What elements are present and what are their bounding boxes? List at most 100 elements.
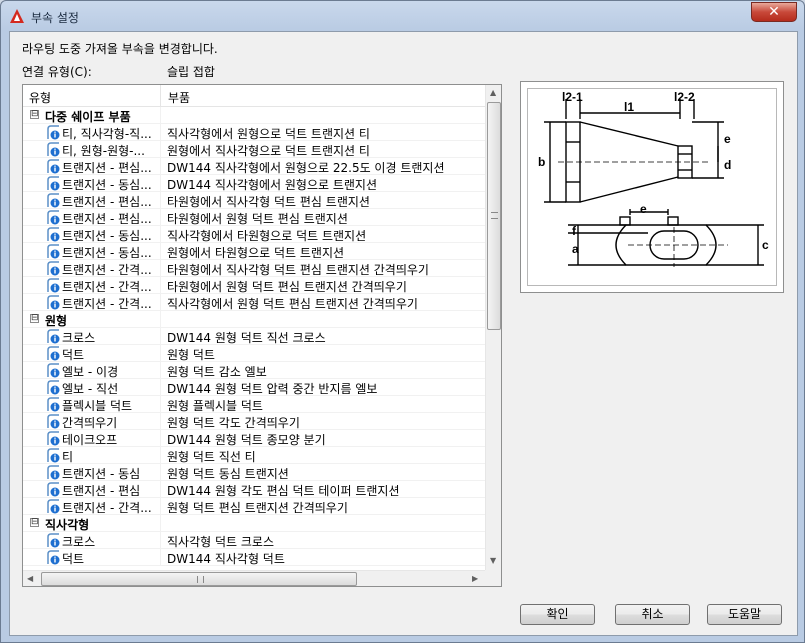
scroll-left-arrow[interactable]: ◀ [27,574,33,583]
list-item[interactable]: 덕트 DW144 직사각형 덕트 [23,549,485,566]
list-item[interactable]: 트랜지션 - 간격... 원형 덕트 편심 트랜지션 간격띄우기 [23,498,485,515]
horizontal-scrollbar[interactable]: ◀ ▶ [23,570,485,586]
item-part: DW144 원형 덕트 직선 크로스 [167,331,326,345]
column-divider [160,481,161,498]
column-divider [160,515,161,532]
item-part: 원형 덕트 동심 트랜지션 [167,467,289,481]
header-divider[interactable] [160,85,161,107]
dialog-client-area: 라우팅 도중 가져올 부속을 변경합니다. 연결 유형(C): 슬립 접합 유형… [9,31,798,636]
part-info-icon [46,278,61,293]
item-part: 직사각형에서 원형 덕트 편심 트랜지션 간격띄우기 [167,297,418,311]
ok-button[interactable]: 확인 [520,604,595,625]
dimension-c-label: c [762,238,769,252]
column-divider [160,396,161,413]
list-item[interactable]: 트랜지션 - 편심... 타원형에서 원형 덕트 편심 트랜지션 [23,209,485,226]
column-divider [160,243,161,260]
collapse-icon[interactable]: ⊟ [30,110,39,119]
item-type: 엘보 - 직선 [62,382,119,396]
scroll-down-arrow[interactable]: ▼ [490,556,496,565]
part-info-icon [46,363,61,378]
list-item[interactable]: 트랜지션 - 동심... 원형에서 타원형으로 덕트 트랜지션 [23,243,485,260]
collapse-icon[interactable]: ⊟ [30,518,39,527]
part-info-icon [46,414,61,429]
vertical-scroll-thumb[interactable] [487,102,501,330]
dimension-f-label: f [572,224,577,238]
item-type: 트랜지션 - 편심... [62,161,152,175]
item-part: DW144 직사각형에서 원형으로 22.5도 이경 트랜지션 [167,161,445,175]
scroll-right-arrow[interactable]: ▶ [472,574,478,583]
column-divider [160,430,161,447]
column-divider [160,311,161,328]
group-row[interactable]: ⊟ 다중 쉐이프 부품 [23,107,485,124]
list-item[interactable]: 트랜지션 - 동심... DW144 직사각형에서 원형으로 트랜지션 [23,175,485,192]
list-item[interactable]: 엘보 - 이경 원형 덕트 감소 엘보 [23,362,485,379]
scroll-up-arrow[interactable]: ▲ [490,88,496,97]
item-type: 트랜지션 - 간격... [62,297,152,311]
parts-list[interactable]: 유형 부품 ⊟ 다중 쉐이프 부품 티, 직사각형-직... 직사각형에서 원형으로 … [22,84,502,587]
item-part: 원형 덕트 편심 트랜지션 간격띄우기 [167,501,348,515]
connection-type-value[interactable]: 슬립 접합 [167,63,215,80]
part-info-icon [46,397,61,412]
list-item[interactable]: 티, 원형-원형-... 원형에서 직사각형으로 덕트 트랜지션 티 [23,141,485,158]
list-item[interactable]: 테이크오프 DW144 원형 덕트 종모양 분기 [23,430,485,447]
group-label: 다중 쉐이프 부품 [45,110,131,124]
part-info-icon [46,261,61,276]
item-type: 크로스 [62,331,96,345]
list-item[interactable]: 덕트 원형 덕트 [23,345,485,362]
group-label: 원형 [45,314,68,328]
list-item[interactable]: 트랜지션 - 간격... 타원형에서 직사각형 덕트 편심 트랜지션 간격띄우기 [23,260,485,277]
list-item[interactable]: 플렉시블 덕트 원형 플렉시블 덕트 [23,396,485,413]
column-divider [160,362,161,379]
list-item[interactable]: 티 원형 덕트 직선 티 [23,447,485,464]
part-column-header[interactable]: 부품 [168,89,190,106]
list-item[interactable]: 트랜지션 - 동심... 직사각형에서 타원형으로 덕트 트랜지션 [23,226,485,243]
item-part: DW144 직사각형에서 원형으로 트랜지션 [167,178,378,192]
part-info-icon [46,448,61,463]
item-type: 트랜지션 - 간격... [62,501,152,515]
list-item[interactable]: 크로스 DW144 원형 덕트 직선 크로스 [23,328,485,345]
group-row[interactable]: ⊟ 원형 [23,311,485,328]
type-column-header[interactable]: 유형 [29,89,51,106]
title-bar[interactable]: 부속 설정 ✕ [1,1,804,31]
horizontal-scroll-thumb[interactable] [41,572,357,586]
group-row[interactable]: ⊟ 직사각형 [23,515,485,532]
list-item[interactable]: 트랜지션 - 편심... DW144 직사각형에서 원형으로 22.5도 이경 트… [23,158,485,175]
list-item[interactable]: 트랜지션 - 편심... 타원형에서 직사각형 덕트 편심 트랜지션 [23,192,485,209]
item-part: DW144 직사각형 덕트 [167,552,285,566]
dimension-a-label: a [572,242,579,256]
item-type: 트랜지션 - 간격... [62,263,152,277]
item-part: 원형 덕트 [167,348,215,362]
part-info-icon [46,431,61,446]
vertical-scrollbar[interactable]: ▲ ▼ [485,85,501,570]
column-divider [160,141,161,158]
scroll-grip [197,576,204,583]
part-info-icon [46,465,61,480]
list-item[interactable]: 트랜지션 - 편심 DW144 원형 각도 편심 덕트 테이퍼 트랜지션 [23,481,485,498]
part-info-icon [46,380,61,395]
column-divider [160,175,161,192]
item-part: 원형 덕트 직선 티 [167,450,256,464]
column-divider [160,549,161,566]
item-type: 엘보 - 이경 [62,365,119,379]
close-button[interactable]: ✕ [751,2,797,22]
item-part: 원형에서 직사각형으로 덕트 트랜지션 티 [167,144,370,158]
column-divider [160,260,161,277]
list-item[interactable]: 간격띄우기 원형 덕트 각도 간격띄우기 [23,413,485,430]
column-divider [160,226,161,243]
cancel-button[interactable]: 취소 [615,604,690,625]
part-info-icon [46,295,61,310]
collapse-icon[interactable]: ⊟ [30,314,39,323]
help-button[interactable]: 도움말 [707,604,782,625]
part-info-icon [46,159,61,174]
list-item[interactable]: 트랜지션 - 간격... 타원형에서 원형 덕트 편심 트랜지션 간격띄우기 [23,277,485,294]
list-item[interactable]: 크로스 직사각형 덕트 크로스 [23,532,485,549]
item-type: 트랜지션 - 편심... [62,212,152,226]
column-divider [160,209,161,226]
list-item[interactable]: 트랜지션 - 간격... 직사각형에서 원형 덕트 편심 트랜지션 간격띄우기 [23,294,485,311]
list-item[interactable]: 티, 직사각형-직... 직사각형에서 원형으로 덕트 트랜지션 티 [23,124,485,141]
column-divider [160,447,161,464]
part-info-icon [46,142,61,157]
list-item[interactable]: 엘보 - 직선 DW144 원형 덕트 압력 중간 반지름 엘보 [23,379,485,396]
list-rows: ⊟ 다중 쉐이프 부품 티, 직사각형-직... 직사각형에서 원형으로 덕트 트랜지… [23,107,485,566]
list-item[interactable]: 트랜지션 - 동심 원형 덕트 동심 트랜지션 [23,464,485,481]
